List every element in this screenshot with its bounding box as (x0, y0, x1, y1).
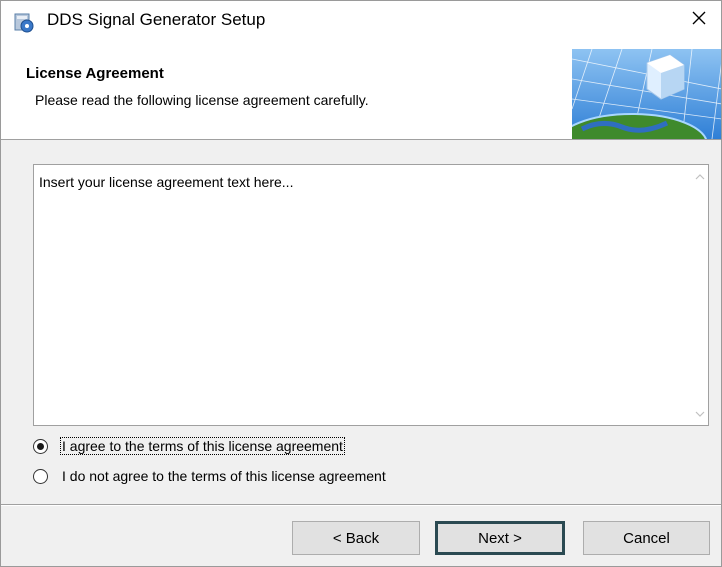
chevron-up-icon (695, 167, 705, 185)
close-icon (691, 10, 707, 31)
next-button[interactable]: Next > (435, 521, 565, 555)
license-text-box[interactable]: Insert your license agreement text here.… (33, 164, 709, 426)
agree-label[interactable]: I agree to the terms of this license agr… (60, 437, 345, 455)
footer-divider-highlight (1, 505, 721, 506)
page-title: License Agreement (26, 65, 164, 82)
scroll-down-button[interactable] (691, 403, 708, 425)
chevron-down-icon (695, 405, 705, 423)
title-bar: DDS Signal Generator Setup (1, 1, 721, 39)
page-subtitle: Please read the following license agreem… (35, 92, 369, 108)
vertical-scrollbar[interactable] (691, 165, 708, 425)
cancel-button[interactable]: Cancel (583, 521, 710, 555)
installer-app-icon (13, 11, 35, 33)
back-button[interactable]: < Back (292, 521, 420, 555)
agree-option[interactable]: I agree to the terms of this license agr… (33, 435, 345, 457)
disagree-option[interactable]: I do not agree to the terms of this lice… (33, 465, 387, 487)
license-text: Insert your license agreement text here.… (39, 174, 294, 190)
setup-dialog: DDS Signal Generator Setup License Agree… (0, 0, 722, 567)
close-button[interactable] (677, 1, 721, 39)
setup-banner-graphic (556, 48, 721, 175)
disagree-radio[interactable] (33, 468, 48, 484)
scroll-up-button[interactable] (691, 165, 708, 187)
disagree-label[interactable]: I do not agree to the terms of this lice… (61, 468, 387, 484)
wizard-header: License Agreement Please read the follow… (1, 39, 721, 175)
agree-radio[interactable] (33, 438, 48, 454)
window-title: DDS Signal Generator Setup (47, 10, 266, 29)
